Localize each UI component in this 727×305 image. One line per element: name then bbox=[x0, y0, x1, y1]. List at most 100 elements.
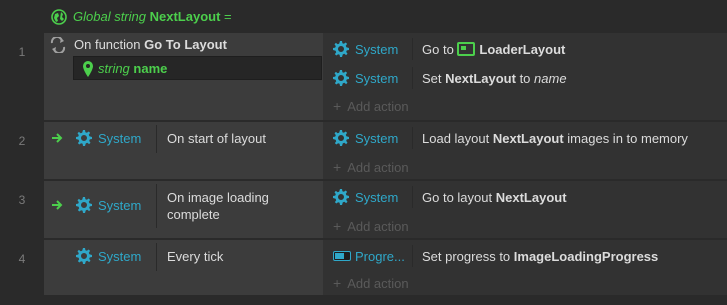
action-text-part: Go to bbox=[422, 41, 454, 57]
function-name: Go To Layout bbox=[144, 37, 227, 52]
action-text-part: Set progress to bbox=[422, 248, 511, 264]
function-parameter[interactable]: string name bbox=[73, 56, 322, 80]
add-action-label: Add action bbox=[347, 275, 409, 291]
trigger-arrow-icon bbox=[52, 133, 63, 143]
condition-text[interactable]: Every tick bbox=[167, 248, 223, 265]
action-text-part: to bbox=[519, 70, 531, 86]
globe-icon bbox=[51, 9, 67, 25]
function-condition-text: On function Go To Layout bbox=[74, 37, 227, 52]
global-variable-label: Global string NextLayout = bbox=[73, 9, 232, 24]
event-number: 4 bbox=[18, 252, 26, 266]
condition-object[interactable]: System bbox=[70, 240, 155, 272]
action-text-part: Set bbox=[422, 70, 442, 86]
action-text-part: Load layout bbox=[422, 130, 490, 146]
condition-object-name: System bbox=[98, 197, 142, 213]
action-object-name: Progre... bbox=[355, 248, 405, 264]
action-param: LoaderLayout bbox=[479, 41, 566, 57]
action-row[interactable]: System Load layout NextLayout images in … bbox=[323, 124, 727, 152]
divider bbox=[412, 38, 413, 60]
divider bbox=[156, 243, 157, 271]
action-text[interactable]: Load layout NextLayout images in to memo… bbox=[422, 124, 688, 152]
event-conditions[interactable]: System Every tick bbox=[44, 240, 323, 295]
condition-text-line: complete bbox=[167, 207, 220, 222]
action-object[interactable]: System bbox=[333, 183, 398, 211]
action-row[interactable]: System Go to layout NextLayout bbox=[323, 183, 727, 211]
action-object[interactable]: System bbox=[333, 35, 398, 63]
event-actions[interactable]: System Go to layout NextLayout + Add act… bbox=[323, 181, 727, 238]
add-action-label: Add action bbox=[347, 98, 409, 114]
add-action-button[interactable]: + Add action bbox=[333, 157, 409, 177]
global-variable-equals: = bbox=[224, 9, 232, 24]
action-object[interactable]: System bbox=[333, 64, 398, 92]
add-action-label: Add action bbox=[347, 159, 409, 175]
divider bbox=[412, 186, 413, 208]
action-object-name: System bbox=[355, 130, 399, 146]
action-object-name: System bbox=[355, 41, 399, 57]
gear-icon bbox=[76, 130, 92, 146]
condition-object-name: System bbox=[98, 130, 142, 146]
action-row[interactable]: Progre... Set progress to ImageLoadingPr… bbox=[323, 242, 727, 270]
action-param: NextLayout bbox=[495, 189, 567, 205]
condition-text-line: On image loading bbox=[167, 190, 269, 205]
event-block-2[interactable]: 2 System On start of layout System Load … bbox=[0, 122, 727, 180]
gear-icon bbox=[76, 197, 92, 213]
function-condition[interactable]: On function Go To Layout bbox=[44, 33, 323, 57]
gear-icon bbox=[333, 130, 349, 146]
event-block-3[interactable]: 3 System On image loading complete Syste… bbox=[0, 181, 727, 239]
gear-icon bbox=[333, 70, 349, 86]
action-param: NextLayout bbox=[445, 70, 516, 86]
add-action-button[interactable]: + Add action bbox=[333, 216, 409, 236]
add-action-label: Add action bbox=[347, 218, 409, 234]
divider bbox=[412, 127, 413, 149]
action-text[interactable]: Set NextLayout to name bbox=[422, 64, 567, 92]
event-actions[interactable]: System Go to LoaderLayout System Set Nex… bbox=[323, 33, 727, 120]
global-variable-row[interactable]: Global string NextLayout = bbox=[0, 0, 727, 33]
event-number: 3 bbox=[18, 193, 26, 207]
event-actions[interactable]: System Load layout NextLayout images in … bbox=[323, 122, 727, 179]
action-param-italic: name bbox=[534, 70, 567, 86]
event-conditions[interactable]: System On image loading complete bbox=[44, 181, 323, 238]
global-variable-name: NextLayout bbox=[149, 9, 221, 24]
condition-object[interactable]: System bbox=[70, 181, 155, 229]
action-row[interactable]: System Go to LoaderLayout bbox=[323, 35, 727, 63]
condition-object[interactable]: System bbox=[70, 122, 155, 154]
action-object[interactable]: System bbox=[333, 124, 398, 152]
parameter-name: name bbox=[133, 61, 168, 76]
layout-icon bbox=[457, 42, 476, 56]
add-action-button[interactable]: + Add action bbox=[333, 273, 409, 293]
pin-icon bbox=[83, 61, 93, 77]
event-actions[interactable]: Progre... Set progress to ImageLoadingPr… bbox=[323, 240, 727, 295]
action-text-part: images in to memory bbox=[567, 130, 688, 146]
gear-icon bbox=[333, 189, 349, 205]
condition-text[interactable]: On start of layout bbox=[167, 130, 266, 147]
action-param: NextLayout bbox=[492, 130, 564, 146]
action-text[interactable]: Go to layout NextLayout bbox=[422, 183, 567, 211]
action-text[interactable]: Set progress to ImageLoadingProgress bbox=[422, 242, 658, 270]
condition-object-name: System bbox=[98, 248, 142, 264]
plus-icon: + bbox=[333, 218, 342, 234]
event-number: 1 bbox=[18, 45, 26, 59]
action-row[interactable]: System Set NextLayout to name bbox=[323, 64, 727, 92]
gear-icon bbox=[333, 41, 349, 57]
action-text-part: Go to layout bbox=[422, 189, 493, 205]
trigger-arrow-icon bbox=[52, 200, 63, 210]
loop-icon bbox=[50, 37, 66, 53]
plus-icon: + bbox=[333, 98, 342, 114]
event-number: 2 bbox=[18, 134, 26, 148]
function-parameter-text: string name bbox=[98, 61, 167, 76]
action-object[interactable]: Progre... bbox=[333, 242, 405, 270]
parameter-type: string bbox=[98, 61, 130, 76]
event-block-4[interactable]: 4 System Every tick Progre... Set progre… bbox=[0, 240, 727, 296]
action-param: ImageLoadingProgress bbox=[513, 248, 659, 264]
divider bbox=[156, 184, 157, 228]
plus-icon: + bbox=[333, 159, 342, 175]
divider bbox=[412, 245, 413, 267]
action-text[interactable]: Go to LoaderLayout bbox=[422, 35, 565, 63]
action-object-name: System bbox=[355, 70, 399, 86]
condition-text[interactable]: On image loading complete bbox=[167, 189, 269, 223]
add-action-button[interactable]: + Add action bbox=[333, 96, 409, 116]
action-object-name: System bbox=[355, 189, 399, 205]
event-conditions[interactable]: System On start of layout bbox=[44, 122, 323, 179]
function-prefix: On function bbox=[74, 37, 141, 52]
gear-icon bbox=[76, 248, 92, 264]
